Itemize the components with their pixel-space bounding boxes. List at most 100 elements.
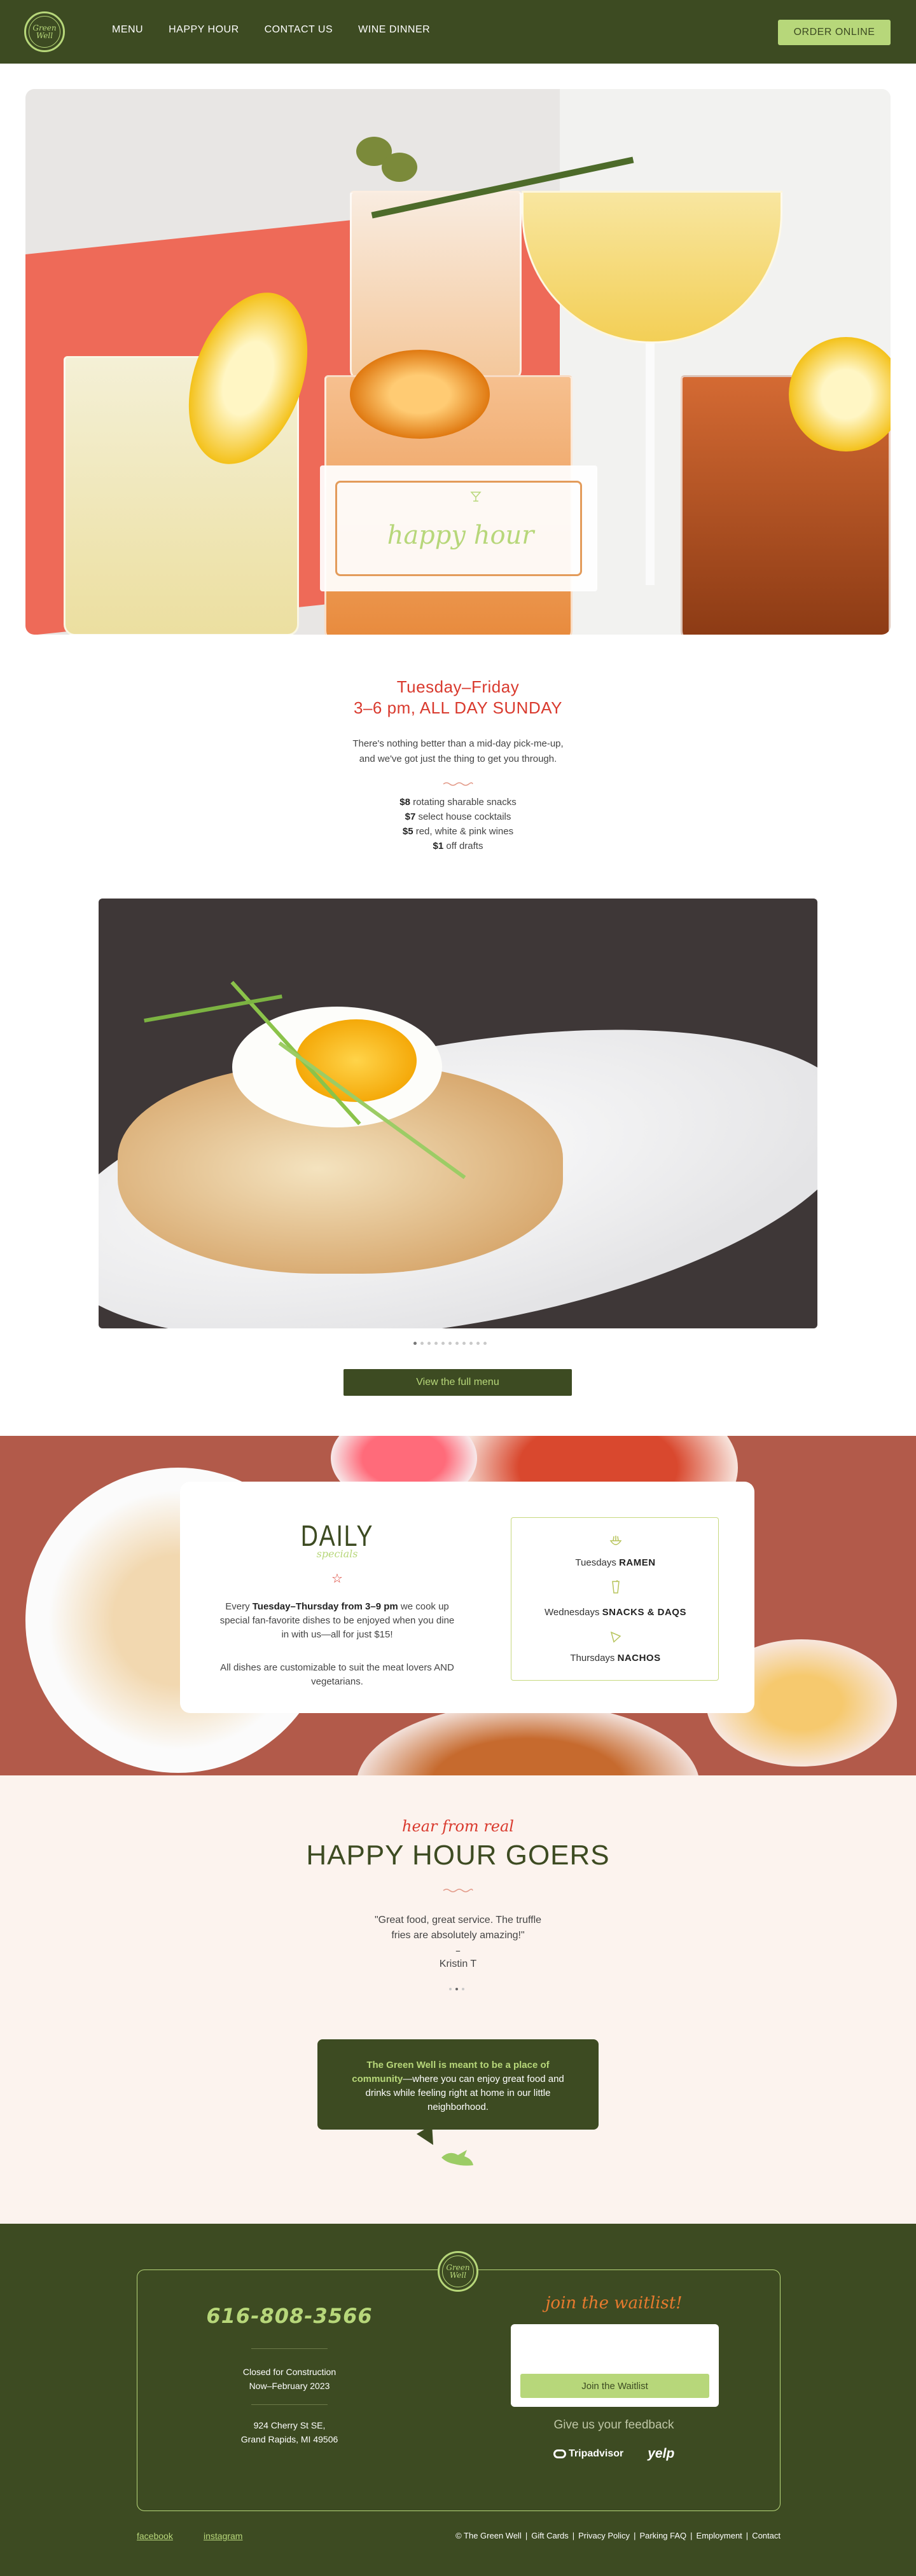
nacho-chip-icon: [511, 1630, 719, 1647]
carousel-dot[interactable]: [448, 1342, 452, 1345]
special-text: rotating sharable snacks: [410, 797, 517, 808]
cocktail-glass-icon: [511, 1578, 719, 1597]
nav-wine-dinner[interactable]: WINE DINNER: [358, 24, 430, 36]
special-text: red, white & pink wines: [413, 826, 514, 837]
gift-cards-link[interactable]: Gift Cards: [531, 2531, 569, 2540]
cocktail-icon: [468, 490, 483, 506]
logo-text: Green Well: [442, 2256, 474, 2287]
carousel-dot[interactable]: [420, 1342, 424, 1345]
nav-contact-us[interactable]: CONTACT US: [265, 24, 333, 36]
feedback-label: Give us your feedback: [553, 2418, 674, 2432]
squiggle-divider: [443, 782, 473, 786]
happy-hour-days: Tuesday–Friday: [396, 677, 520, 696]
daily-text-pre: Every: [225, 1601, 253, 1612]
carousel-dot[interactable]: [469, 1342, 473, 1345]
carousel-dots: [413, 1342, 487, 1345]
testimonial-kicker: hear from real: [402, 1817, 514, 1835]
happy-hour-frame: happy hour: [335, 481, 582, 576]
food-plate: [356, 1703, 700, 1775]
divider: [251, 2348, 328, 2349]
carousel-dot[interactable]: [434, 1342, 438, 1345]
quote-line: fries are absolutely amazing!": [391, 1930, 525, 1941]
view-full-menu-button[interactable]: View the full menu: [344, 1369, 572, 1396]
daily-text-bold: Tuesday–Thursday from 3–9 pm: [252, 1601, 398, 1612]
special-thursday: Thursdays NACHOS: [511, 1653, 719, 1663]
hero-image: happy hour: [25, 89, 891, 635]
special-item: $7 select house cocktails: [0, 809, 916, 824]
carousel-dot[interactable]: [483, 1342, 487, 1345]
special-dish: NACHOS: [617, 1653, 661, 1663]
happy-hour-card: happy hour: [320, 465, 597, 591]
food-carousel-slide[interactable]: [99, 899, 817, 1328]
footer-logo[interactable]: Green Well: [438, 2251, 478, 2292]
testimonial-dot[interactable]: [449, 1988, 452, 1990]
daily-description: Every Tuesday–Thursday from 3–9 pm we co…: [216, 1600, 458, 1642]
address[interactable]: 924 Cherry St SE, Grand Rapids, MI 49506: [178, 2418, 401, 2446]
special-dish: RAMEN: [619, 1557, 656, 1568]
review-links: Tripadvisor yelp: [553, 2446, 674, 2462]
intro-line: There's nothing better than a mid-day pi…: [352, 738, 564, 749]
nav-happy-hour[interactable]: HAPPY HOUR: [169, 24, 239, 36]
daily-subtitle: specials: [316, 1548, 358, 1560]
orange-slice: [350, 350, 490, 439]
carousel-dot[interactable]: [476, 1342, 480, 1345]
special-day: Wednesdays: [545, 1607, 602, 1618]
carousel-dot[interactable]: [427, 1342, 431, 1345]
special-price: $1: [433, 841, 444, 851]
quote-dash: –: [455, 1945, 461, 1957]
coupe-stem: [646, 343, 655, 585]
divider: [251, 2404, 328, 2405]
special-price: $8: [399, 797, 410, 808]
tripadvisor-link[interactable]: Tripadvisor: [553, 2448, 623, 2460]
carousel-dot[interactable]: [462, 1342, 466, 1345]
carousel-dot[interactable]: [413, 1342, 417, 1345]
nav-menu[interactable]: MENU: [112, 24, 143, 36]
testimonial-dot[interactable]: [462, 1988, 464, 1990]
instagram-link[interactable]: instagram: [204, 2531, 242, 2541]
special-price: $5: [402, 826, 413, 837]
privacy-policy-link[interactable]: Privacy Policy: [578, 2531, 630, 2540]
happy-hour-specials: $8 rotating sharable snacks $7 select ho…: [0, 795, 916, 853]
logo-text: Green Well: [29, 16, 60, 48]
carousel-dot[interactable]: [455, 1342, 459, 1345]
tripadvisor-label: Tripadvisor: [569, 2448, 624, 2459]
logo[interactable]: Green Well: [24, 11, 65, 52]
ramen-bowl-icon: [511, 1534, 719, 1552]
carousel-dot[interactable]: [441, 1342, 445, 1345]
quote-line: "Great food, great service. The truffle: [374, 1915, 542, 1925]
phone-number[interactable]: 616-808-3566: [178, 2304, 401, 2328]
employment-link[interactable]: Employment: [697, 2531, 742, 2540]
contact-link[interactable]: Contact: [752, 2531, 781, 2540]
legal-links: © The Green Well | Gift Cards | Privacy Poli…: [455, 2531, 781, 2540]
special-dish: SNACKS & DAQS: [602, 1607, 686, 1618]
egg-yolk: [296, 1019, 417, 1102]
address-line: Grand Rapids, MI 49506: [240, 2434, 338, 2444]
yelp-link[interactable]: yelp: [648, 2446, 674, 2462]
happy-hour-title: happy hour: [387, 521, 534, 550]
special-day: Thursdays: [570, 1653, 618, 1663]
special-tuesday: Tuesdays RAMEN: [511, 1557, 719, 1568]
bird-icon: [441, 2150, 473, 2166]
special-price: $7: [405, 811, 416, 822]
special-wednesday: Wednesdays SNACKS & DAQS: [511, 1607, 719, 1618]
site-footer: Green Well 616-808-3566 Closed for Const…: [0, 2224, 916, 2576]
testimonial-quote: "Great food, great service. The truffle …: [0, 1913, 916, 1943]
olive: [382, 153, 417, 182]
special-item: $1 off drafts: [0, 839, 916, 853]
closed-notice: Closed for Construction Now–February 202…: [178, 2365, 401, 2393]
facebook-link[interactable]: facebook: [137, 2531, 173, 2541]
join-waitlist-button[interactable]: Join the Waitlist: [520, 2374, 709, 2398]
order-online-button[interactable]: ORDER ONLINE: [778, 20, 891, 45]
special-item: $8 rotating sharable snacks: [0, 795, 916, 809]
intro-line: and we've got just the thing to get you …: [359, 754, 557, 764]
star-icon: ☆: [331, 1571, 343, 1586]
closed-line: Now–February 2023: [249, 2381, 330, 2391]
tripadvisor-owl-icon: [553, 2449, 566, 2458]
daily-customizable-note: All dishes are customizable to suit the …: [220, 1662, 454, 1687]
main-nav: MENU HAPPY HOUR CONTACT US WINE DINNER: [112, 24, 430, 36]
happy-hour-time: 3–6 pm, ALL DAY SUNDAY: [354, 698, 562, 717]
testimonial-dot[interactable]: [455, 1988, 458, 1990]
parking-faq-link[interactable]: Parking FAQ: [639, 2531, 686, 2540]
special-item: $5 red, white & pink wines: [0, 824, 916, 839]
testimonial-title: HAPPY HOUR GOERS: [306, 1840, 610, 1871]
